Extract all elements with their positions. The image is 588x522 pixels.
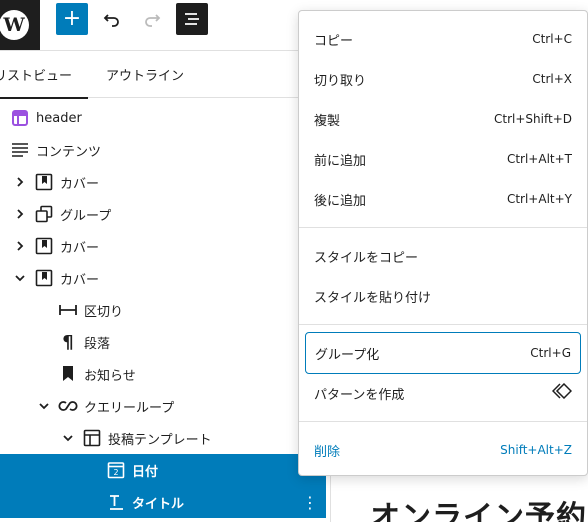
sidebar-tabs: リストビュー アウトライン (0, 50, 330, 99)
editor-toolbar: + (40, 0, 298, 50)
list-item-label: 投稿テンプレート (108, 432, 212, 448)
list-item-label: コンテンツ (36, 144, 102, 160)
chevron-right-icon[interactable] (12, 238, 28, 254)
list-item-label: クエリーループ (84, 400, 175, 416)
more-options-icon[interactable]: ⋮ (300, 492, 320, 512)
create-pattern-menu-item[interactable]: パターンを作成 (305, 374, 581, 412)
list-item[interactable]: カバー (0, 262, 326, 294)
redo-icon (145, 14, 161, 27)
insert-before-label: 前に追加 (314, 153, 367, 169)
symbol-icon (551, 382, 573, 403)
menu-divider (299, 227, 587, 228)
wordpress-logo[interactable]: W (0, 0, 40, 50)
insert-before-menu-item[interactable]: 前に追加 Ctrl+Alt+T (305, 140, 581, 178)
separator-icon (58, 300, 78, 320)
cover-icon (34, 172, 54, 192)
insert-after-label: 後に追加 (314, 193, 367, 209)
list-item-label: カバー (60, 176, 100, 192)
chevron-down-icon[interactable] (12, 270, 28, 286)
wordpress-icon: W (0, 10, 29, 40)
list-item-label: タイトル (132, 496, 185, 512)
list-item[interactable]: グループ (0, 198, 326, 230)
paste-styles-menu-item[interactable]: スタイルを貼り付け (305, 277, 581, 315)
block-options-menu: コピー Ctrl+C 切り取り Ctrl+X 複製 Ctrl+Shift+D 前… (298, 10, 588, 476)
list-view-tree: header コンテンツ カバー グループ カバー カバー 区切り ¶ 段落 お… (0, 102, 330, 522)
list-item-label: グループ (60, 208, 112, 224)
list-view-icon (185, 13, 199, 25)
delete-shortcut: Shift+Alt+Z (500, 443, 572, 457)
list-item[interactable]: クエリーループ (0, 390, 326, 422)
menu-divider (299, 324, 587, 325)
bookmark-icon (58, 364, 78, 384)
list-item[interactable]: ¶ 段落 (0, 326, 326, 358)
copy-label: コピー (314, 33, 354, 49)
copy-menu-item[interactable]: コピー Ctrl+C (305, 20, 581, 58)
insert-before-shortcut: Ctrl+Alt+T (506, 152, 572, 166)
template-part-icon (10, 108, 30, 128)
paragraph-icon: ¶ (62, 331, 74, 353)
list-item-label: header (36, 110, 82, 126)
insert-after-menu-item[interactable]: 後に追加 Ctrl+Alt+Y (305, 180, 581, 218)
menu-divider (299, 421, 587, 422)
delete-menu-item[interactable]: 削除 Shift+Alt+Z (305, 431, 581, 469)
list-item[interactable]: お知らせ (0, 358, 326, 390)
copy-styles-menu-item[interactable]: スタイルをコピー (305, 237, 581, 275)
list-item-label: カバー (60, 272, 100, 288)
insert-after-shortcut: Ctrl+Alt+Y (506, 192, 572, 206)
list-item[interactable]: タイトル ⋮ (0, 486, 326, 518)
cut-label: 切り取り (314, 73, 367, 89)
cut-menu-item[interactable]: 切り取り Ctrl+X (305, 60, 581, 98)
duplicate-label: 複製 (314, 113, 341, 129)
group-shortcut: Ctrl+G (530, 346, 571, 360)
chevron-down-icon[interactable] (36, 398, 52, 414)
duplicate-shortcut: Ctrl+Shift+D (494, 112, 572, 126)
list-item-label: 段落 (84, 336, 111, 352)
list-item-label: カバー (60, 240, 100, 256)
list-item[interactable]: コンテンツ (0, 134, 326, 166)
chevron-right-icon[interactable] (12, 174, 28, 190)
tab-outline[interactable]: アウトライン (106, 51, 184, 98)
cover-icon (34, 268, 54, 288)
list-item[interactable]: 2 日付 (0, 454, 326, 486)
tab-list-view[interactable]: リストビュー (0, 51, 88, 99)
list-item-label: 区切り (84, 304, 124, 320)
cut-shortcut: Ctrl+X (532, 72, 572, 86)
list-item[interactable]: カバー (0, 230, 326, 262)
loop-icon (58, 396, 78, 416)
add-block-button[interactable]: + (56, 3, 88, 35)
list-view-button[interactable] (176, 3, 208, 35)
post-content-icon (10, 140, 30, 160)
list-item[interactable]: 区切り (0, 294, 326, 326)
cover-icon (34, 236, 54, 256)
create-pattern-label: パターンを作成 (314, 387, 405, 403)
paste-styles-label: スタイルを貼り付け (314, 290, 432, 306)
layout-icon (82, 428, 102, 448)
plus-icon: + (62, 6, 82, 31)
chevron-right-icon[interactable] (12, 206, 28, 222)
list-item-label: お知らせ (84, 368, 136, 384)
title-icon (106, 492, 126, 512)
redo-button[interactable] (136, 3, 168, 35)
chevron-down-icon[interactable] (60, 430, 76, 446)
post-title-heading[interactable]: オンライン予約 (370, 492, 587, 522)
list-item-label: 日付 (132, 464, 159, 480)
undo-button[interactable] (96, 3, 128, 35)
list-item[interactable]: header (0, 102, 326, 134)
duplicate-menu-item[interactable]: 複製 Ctrl+Shift+D (305, 100, 581, 138)
group-menu-item[interactable]: グループ化 Ctrl+G (305, 332, 581, 374)
copy-styles-label: スタイルをコピー (314, 250, 419, 266)
date-icon: 2 (106, 460, 126, 480)
group-icon (34, 204, 54, 224)
copy-shortcut: Ctrl+C (532, 32, 572, 46)
list-item[interactable]: カバー (0, 166, 326, 198)
list-item[interactable]: 投稿テンプレート (0, 422, 326, 454)
undo-icon (103, 14, 119, 27)
svg-text:2: 2 (113, 468, 118, 477)
group-label: グループ化 (315, 347, 380, 363)
delete-label: 削除 (314, 444, 341, 460)
